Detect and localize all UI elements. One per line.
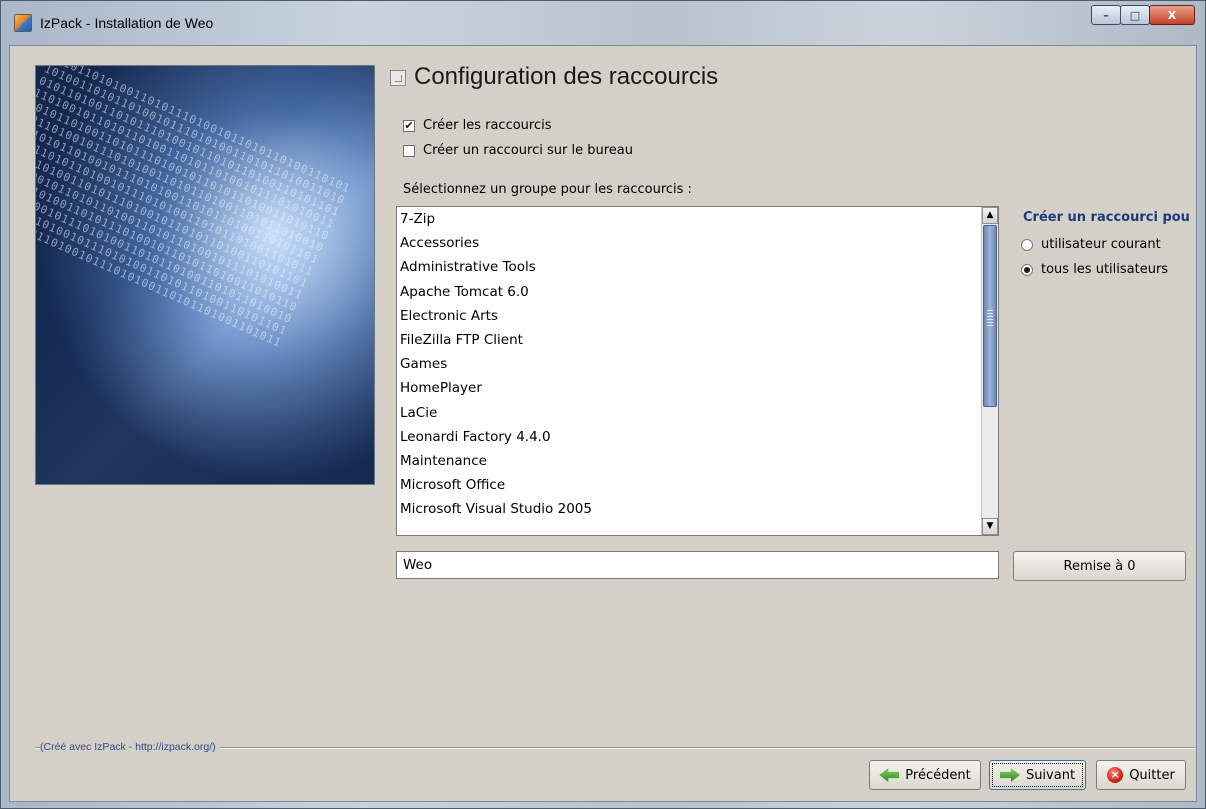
next-button[interactable]: Suivant (989, 760, 1086, 790)
current-user-radio[interactable] (1021, 238, 1033, 251)
reset-button[interactable]: Remise à 0 (1013, 551, 1186, 581)
all-users-option[interactable]: tous les utilisateurs (1021, 262, 1168, 277)
panel-header-icon (390, 70, 406, 86)
scroll-thumb[interactable] (983, 225, 997, 407)
group-name-field[interactable]: Weo (396, 551, 999, 579)
installer-window: IzPack - Installation de Weo – □ X 01101… (0, 0, 1206, 809)
current-user-label: utilisateur courant (1041, 237, 1161, 252)
maximize-button[interactable]: □ (1120, 5, 1150, 25)
list-item[interactable]: Electronic Arts (397, 304, 980, 328)
program-group-items: 7-Zip Accessories Administrative Tools A… (397, 207, 980, 521)
list-item[interactable]: Administrative Tools (397, 255, 980, 279)
green-right-arrow-icon (999, 768, 1020, 782)
list-item[interactable]: Microsoft Visual Studio 2005 (397, 497, 980, 521)
desktop-shortcut-option[interactable]: Créer un raccourci sur le bureau (403, 143, 633, 158)
program-group-list[interactable]: 7-Zip Accessories Administrative Tools A… (396, 206, 999, 536)
list-scrollbar[interactable]: ▲ ▼ (981, 207, 998, 535)
list-item[interactable]: Apache Tomcat 6.0 (397, 280, 980, 304)
quit-button[interactable]: × Quitter (1096, 760, 1186, 790)
installer-panel: 0110110101001101011101001011010110100110… (9, 45, 1197, 802)
list-item[interactable]: Accessories (397, 231, 980, 255)
side-banner-image: 0110110101001101011101001011010110100110… (35, 65, 375, 485)
desktop-shortcut-label: Créer un raccourci sur le bureau (423, 143, 633, 158)
title-bar[interactable]: IzPack - Installation de Weo – □ X (1, 1, 1205, 45)
scroll-grip-icon (987, 308, 993, 326)
all-users-radio[interactable] (1021, 263, 1033, 276)
list-item[interactable]: FileZilla FTP Client (397, 328, 980, 352)
window-title: IzPack - Installation de Weo (40, 15, 214, 31)
desktop-shortcut-checkbox[interactable] (403, 144, 415, 157)
create-shortcuts-checkbox[interactable]: ✔ (403, 119, 415, 132)
next-label: Suivant (1025, 767, 1076, 783)
quit-label: Quitter (1129, 767, 1175, 783)
green-left-arrow-icon (879, 768, 900, 782)
previous-button[interactable]: Précédent (869, 760, 981, 790)
list-item[interactable]: Leonardi Factory 4.4.0 (397, 425, 980, 449)
create-shortcuts-label: Créer les raccourcis (423, 118, 552, 133)
list-item[interactable]: Microsoft Office (397, 473, 980, 497)
window-controls: – □ X (1091, 5, 1195, 25)
izpack-credit: (Créé avec IzPack - http://izpack.org/) (40, 741, 220, 753)
minimize-button[interactable]: – (1091, 5, 1121, 25)
previous-label: Précédent (905, 767, 971, 783)
list-item[interactable]: Maintenance (397, 449, 980, 473)
list-item[interactable]: HomePlayer (397, 376, 980, 400)
scroll-up-icon[interactable]: ▲ (982, 207, 998, 224)
list-item[interactable]: 7-Zip (397, 207, 980, 231)
shortcut-target-title: Créer un raccourci pou (1023, 210, 1190, 225)
app-icon (14, 14, 32, 32)
panel-title: Configuration des raccourcis (414, 63, 719, 90)
scroll-down-icon[interactable]: ▼ (982, 518, 998, 535)
list-item[interactable]: LaCie (397, 401, 980, 425)
current-user-option[interactable]: utilisateur courant (1021, 237, 1161, 252)
group-list-label: Sélectionnez un groupe pour les raccourc… (403, 182, 692, 197)
binary-digits-decoration: 0110110101001101011101001011010110100110… (35, 65, 353, 350)
red-close-circle-icon: × (1107, 767, 1124, 783)
create-shortcuts-option[interactable]: ✔ Créer les raccourcis (403, 118, 552, 133)
all-users-label: tous les utilisateurs (1041, 262, 1169, 277)
close-button[interactable]: X (1149, 5, 1195, 25)
list-item[interactable]: Games (397, 352, 980, 376)
